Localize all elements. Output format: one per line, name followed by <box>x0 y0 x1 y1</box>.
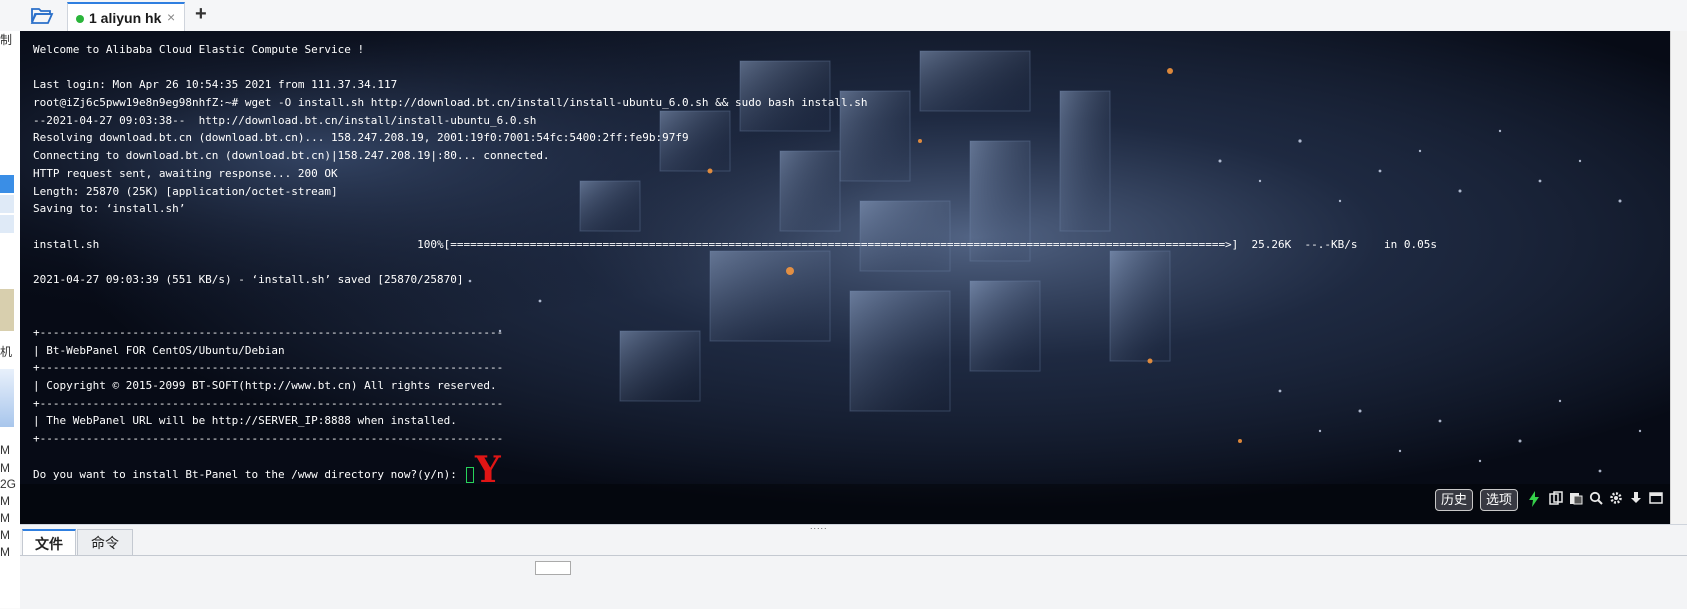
left-pane-row[interactable] <box>0 195 14 213</box>
left-pane: 制 机 M M 2G M M M M <box>0 31 20 608</box>
left-pane-fragment: M <box>0 545 10 559</box>
terminal-line: | Copyright © 2015-2099 BT-SOFT(http://w… <box>33 379 497 393</box>
divider <box>20 555 1687 556</box>
answer-annotation: Y <box>475 449 501 491</box>
right-panel-edge <box>1670 31 1687 524</box>
terminal-line: +---------------------------------------… <box>33 396 504 410</box>
left-pane-fragment: 制 <box>0 33 13 47</box>
prompt-text: Do you want to install Bt-Panel to the /… <box>33 467 464 481</box>
gear-icon[interactable] <box>1607 491 1625 509</box>
terminal-view[interactable]: Welcome to Alibaba Cloud Elastic Compute… <box>20 31 1670 524</box>
download-icon[interactable] <box>1627 491 1645 509</box>
paste-icon[interactable] <box>1567 491 1585 509</box>
terminal-line: root@iZj6c5pww19e8n9eg98nhfZ:~# wget -O … <box>33 96 868 110</box>
terminal-line: HTTP request sent, awaiting response... … <box>33 166 338 180</box>
left-pane-fragment: 2G <box>0 477 17 491</box>
terminal-line: 2021-04-27 09:03:39 (551 KB/s) - ‘instal… <box>33 272 464 286</box>
download-progress-line: install.sh 100%[========================… <box>33 237 1437 251</box>
terminal-cursor <box>466 466 475 483</box>
session-tab-aliyun-hk[interactable]: 1 aliyun hk × <box>67 2 185 31</box>
tab-files[interactable]: 文件 <box>22 529 76 556</box>
window-icon[interactable] <box>1647 491 1665 509</box>
history-button[interactable]: 历史 <box>1435 489 1474 511</box>
terminal-line: Length: 25870 (25K) [application/octet-s… <box>33 184 338 198</box>
close-icon[interactable]: × <box>167 9 175 25</box>
left-pane-fragment: 机 <box>0 345 13 359</box>
left-pane-thumbnail <box>0 289 14 331</box>
terminal-line: +---------------------------------------… <box>33 326 504 339</box>
bottom-control-stub[interactable] <box>535 561 571 575</box>
left-pane-chart-thumb <box>0 369 14 427</box>
left-pane-selected-row[interactable] <box>0 175 14 193</box>
terminal-output: Welcome to Alibaba Cloud Elastic Compute… <box>33 41 1650 483</box>
left-pane-fragment: M <box>0 461 10 475</box>
terminal-toolbar: 历史 选项 <box>1110 489 1670 513</box>
left-pane-fragment: M <box>0 511 10 525</box>
left-pane-fragment: M <box>0 528 10 542</box>
tab-commands[interactable]: 命令 <box>77 529 133 556</box>
add-tab-button[interactable]: + <box>195 3 207 26</box>
terminal-line: Resolving download.bt.cn (download.bt.cn… <box>33 131 689 145</box>
terminal-line: +---------------------------------------… <box>33 361 504 375</box>
search-icon[interactable] <box>1587 491 1605 509</box>
folder-open-icon[interactable] <box>30 5 54 25</box>
bottom-panel: ..... 文件 命令 <box>20 521 1687 609</box>
terminal-line: Connecting to download.bt.cn (download.b… <box>33 149 550 163</box>
terminal-line: | The WebPanel URL will be http://SERVER… <box>33 414 457 428</box>
session-tab-label: 1 aliyun hk <box>89 10 162 26</box>
terminal-prompt-line[interactable]: Do you want to install Bt-Panel to the /… <box>33 466 1650 484</box>
terminal-line: Last login: Mon Apr 26 10:54:35 2021 fro… <box>33 78 398 92</box>
left-pane-row[interactable] <box>0 215 14 233</box>
terminal-line: | Bt-WebPanel FOR CentOS/Ubuntu/Debian <box>33 343 285 357</box>
copy-icon[interactable] <box>1547 491 1565 509</box>
terminal-line: Welcome to Alibaba Cloud Elastic Compute… <box>33 43 365 56</box>
left-pane-fragment: M <box>0 443 10 457</box>
splitter-handle[interactable]: ..... <box>810 521 828 531</box>
terminal-line: Saving to: ‘install.sh’ <box>33 202 186 216</box>
terminal-line: +---------------------------------------… <box>33 432 504 446</box>
terminal-line: --2021-04-27 09:03:38-- http://download.… <box>33 113 537 127</box>
session-tab-bar: 1 aliyun hk × + <box>0 0 1687 32</box>
connection-status-icon <box>76 15 84 23</box>
lightning-icon[interactable] <box>1525 491 1543 509</box>
options-button[interactable]: 选项 <box>1480 489 1519 511</box>
left-pane-fragment: M <box>0 494 10 508</box>
